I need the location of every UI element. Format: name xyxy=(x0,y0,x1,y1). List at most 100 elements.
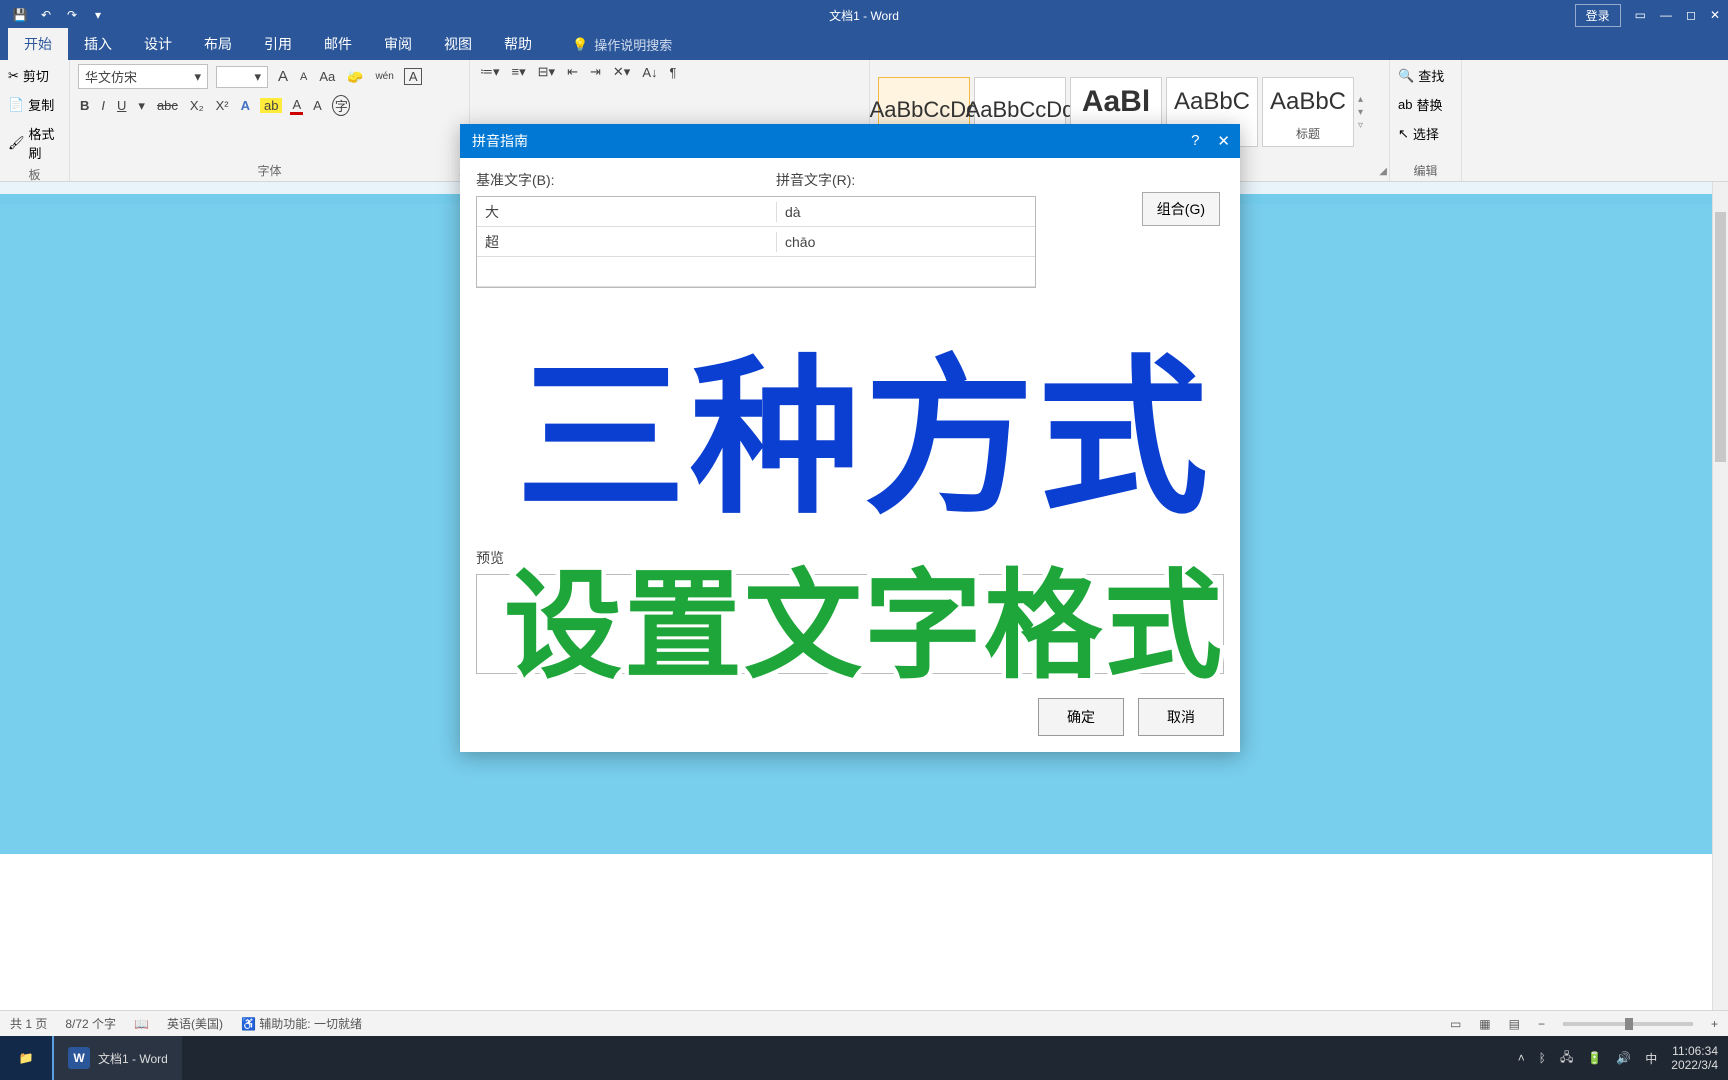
replace-icon: ab xyxy=(1398,97,1412,112)
styles-gallery-scroll[interactable]: ▴▾▿ xyxy=(1358,94,1363,131)
style-tile-title[interactable]: AaBbC标题 xyxy=(1262,77,1354,147)
tab-mailings[interactable]: 邮件 xyxy=(308,28,368,60)
maximize-icon[interactable]: ◻ xyxy=(1686,8,1696,22)
font-name-combo[interactable]: 华文仿宋▾ xyxy=(78,64,208,89)
brush-icon: 🖌 xyxy=(8,135,25,151)
qat-dropdown-icon[interactable]: ▾ xyxy=(90,8,106,22)
minimize-icon[interactable]: — xyxy=(1660,8,1672,22)
select-button[interactable]: ↖选择 xyxy=(1398,122,1453,145)
char-shading-button[interactable]: A xyxy=(311,98,324,113)
char-border-button[interactable]: A xyxy=(404,68,423,85)
taskbar-word-item[interactable]: W 文档1 - Word xyxy=(52,1036,182,1080)
text-effects-button[interactable]: A xyxy=(239,98,252,113)
clear-format-button[interactable]: 🧽 xyxy=(345,69,365,85)
bullets-button[interactable]: ≔▾ xyxy=(478,64,502,80)
language-status[interactable]: 英语(美国) xyxy=(167,1015,223,1032)
tab-references[interactable]: 引用 xyxy=(248,28,308,60)
decrease-indent-button[interactable]: ⇤ xyxy=(565,64,580,80)
tab-insert[interactable]: 插入 xyxy=(68,28,128,60)
cut-label: 剪切 xyxy=(23,66,49,85)
view-print-icon[interactable]: ▦ xyxy=(1479,1017,1490,1031)
styles-dialog-launcher-icon[interactable]: ◢ xyxy=(1379,166,1387,177)
network-icon[interactable]: 🖧 xyxy=(1560,1048,1573,1069)
accessibility-status[interactable]: ♿ 辅助功能: 一切就绪 xyxy=(241,1015,362,1032)
zoom-thumb[interactable] xyxy=(1625,1018,1633,1030)
grow-font-button[interactable]: A xyxy=(276,68,290,85)
spellcheck-icon[interactable]: 📖 xyxy=(134,1017,149,1031)
redo-icon[interactable]: ↷ xyxy=(64,8,80,22)
base-cell[interactable]: 大 xyxy=(477,202,777,222)
tab-review[interactable]: 审阅 xyxy=(368,28,428,60)
battery-icon[interactable]: 🔋 xyxy=(1587,1051,1602,1065)
zoom-slider[interactable] xyxy=(1563,1022,1693,1026)
ruby-cell[interactable]: chāo xyxy=(777,234,823,250)
tab-view[interactable]: 视图 xyxy=(428,28,488,60)
zoom-in-icon[interactable]: + xyxy=(1711,1017,1718,1031)
ruby-cell[interactable]: dà xyxy=(777,204,809,220)
multilevel-list-button[interactable]: ⊟▾ xyxy=(536,64,557,80)
tab-home[interactable]: 开始 xyxy=(8,28,68,60)
style-name: 标题 xyxy=(1296,125,1320,146)
copy-button[interactable]: 📄复制 xyxy=(8,93,61,116)
cursor-icon: ↖ xyxy=(1398,126,1409,142)
underline-button[interactable]: U xyxy=(115,98,128,113)
font-size-combo[interactable]: ▾ xyxy=(216,66,268,88)
dialog-title-text: 拼音指南 xyxy=(472,131,528,151)
cut-button[interactable]: ✂剪切 xyxy=(8,64,61,87)
combine-button[interactable]: 组合(G) xyxy=(1142,192,1220,226)
view-web-icon[interactable]: ▤ xyxy=(1509,1017,1520,1031)
font-color-button[interactable]: A xyxy=(290,97,303,115)
start-button[interactable]: 📁 xyxy=(0,1036,52,1080)
copy-label: 复制 xyxy=(28,95,54,114)
subscript-button[interactable]: X₂ xyxy=(188,98,206,113)
page-count[interactable]: 共 1 页 xyxy=(10,1015,47,1032)
login-button[interactable]: 登录 xyxy=(1575,4,1621,27)
bluetooth-icon[interactable]: ᛒ xyxy=(1539,1051,1546,1065)
strikethrough-button[interactable]: abc xyxy=(155,98,180,113)
sort-button[interactable]: A↓ xyxy=(640,65,659,80)
ribbon-display-icon[interactable]: ▭ xyxy=(1635,8,1646,22)
word-icon: W xyxy=(68,1047,90,1069)
tray-chevron-icon[interactable]: ˄ xyxy=(1518,1051,1525,1065)
tell-me-search[interactable]: 💡 操作说明搜索 xyxy=(560,29,684,60)
word-count[interactable]: 8/72 个字 xyxy=(65,1015,116,1032)
scrollbar-thumb[interactable] xyxy=(1715,212,1726,462)
dialog-titlebar[interactable]: 拼音指南 ? ✕ xyxy=(460,124,1240,158)
save-icon[interactable]: 💾 xyxy=(12,8,28,22)
volume-icon[interactable]: 🔊 xyxy=(1616,1051,1631,1065)
zoom-out-icon[interactable]: − xyxy=(1538,1017,1545,1031)
highlight-button[interactable]: ab xyxy=(260,98,282,113)
tab-layout[interactable]: 布局 xyxy=(188,28,248,60)
bold-button[interactable]: B xyxy=(78,98,91,113)
close-icon[interactable]: ✕ xyxy=(1710,8,1720,22)
tab-help[interactable]: 帮助 xyxy=(488,28,548,60)
tab-design[interactable]: 设计 xyxy=(128,28,188,60)
change-case-button[interactable]: Aa xyxy=(317,69,337,84)
show-marks-button[interactable]: ¶ xyxy=(667,65,678,80)
base-cell[interactable]: 超 xyxy=(477,232,777,252)
italic-button[interactable]: I xyxy=(99,98,107,113)
folder-icon: 📁 xyxy=(19,1051,34,1065)
dialog-help-icon[interactable]: ? xyxy=(1191,132,1199,150)
replace-button[interactable]: ab替换 xyxy=(1398,93,1453,116)
shrink-font-button[interactable]: A xyxy=(298,71,309,83)
numbering-button[interactable]: ≡▾ xyxy=(510,64,528,80)
undo-icon[interactable]: ↶ xyxy=(38,8,54,22)
phonetic-guide-button[interactable]: wén xyxy=(373,71,395,82)
clock-time: 11:06:34 xyxy=(1671,1044,1718,1058)
ime-indicator[interactable]: 中 xyxy=(1645,1050,1657,1067)
enclose-char-button[interactable]: 字 xyxy=(332,95,350,116)
clock-date: 2022/3/4 xyxy=(1671,1058,1718,1072)
cancel-button[interactable]: 取消 xyxy=(1138,698,1224,736)
clock[interactable]: 11:06:34 2022/3/4 xyxy=(1671,1044,1718,1073)
underline-dropdown-icon[interactable]: ▾ xyxy=(136,98,147,114)
format-painter-button[interactable]: 🖌格式刷 xyxy=(8,122,61,164)
superscript-button[interactable]: X² xyxy=(214,98,231,113)
vertical-scrollbar[interactable] xyxy=(1712,182,1728,1010)
increase-indent-button[interactable]: ⇥ xyxy=(588,64,603,80)
view-focus-icon[interactable]: ▭ xyxy=(1450,1017,1461,1031)
find-button[interactable]: 🔍查找 xyxy=(1398,64,1453,87)
ok-button[interactable]: 确定 xyxy=(1038,698,1124,736)
asian-spacing-button[interactable]: ✕▾ xyxy=(611,64,632,80)
dialog-close-icon[interactable]: ✕ xyxy=(1217,132,1230,150)
